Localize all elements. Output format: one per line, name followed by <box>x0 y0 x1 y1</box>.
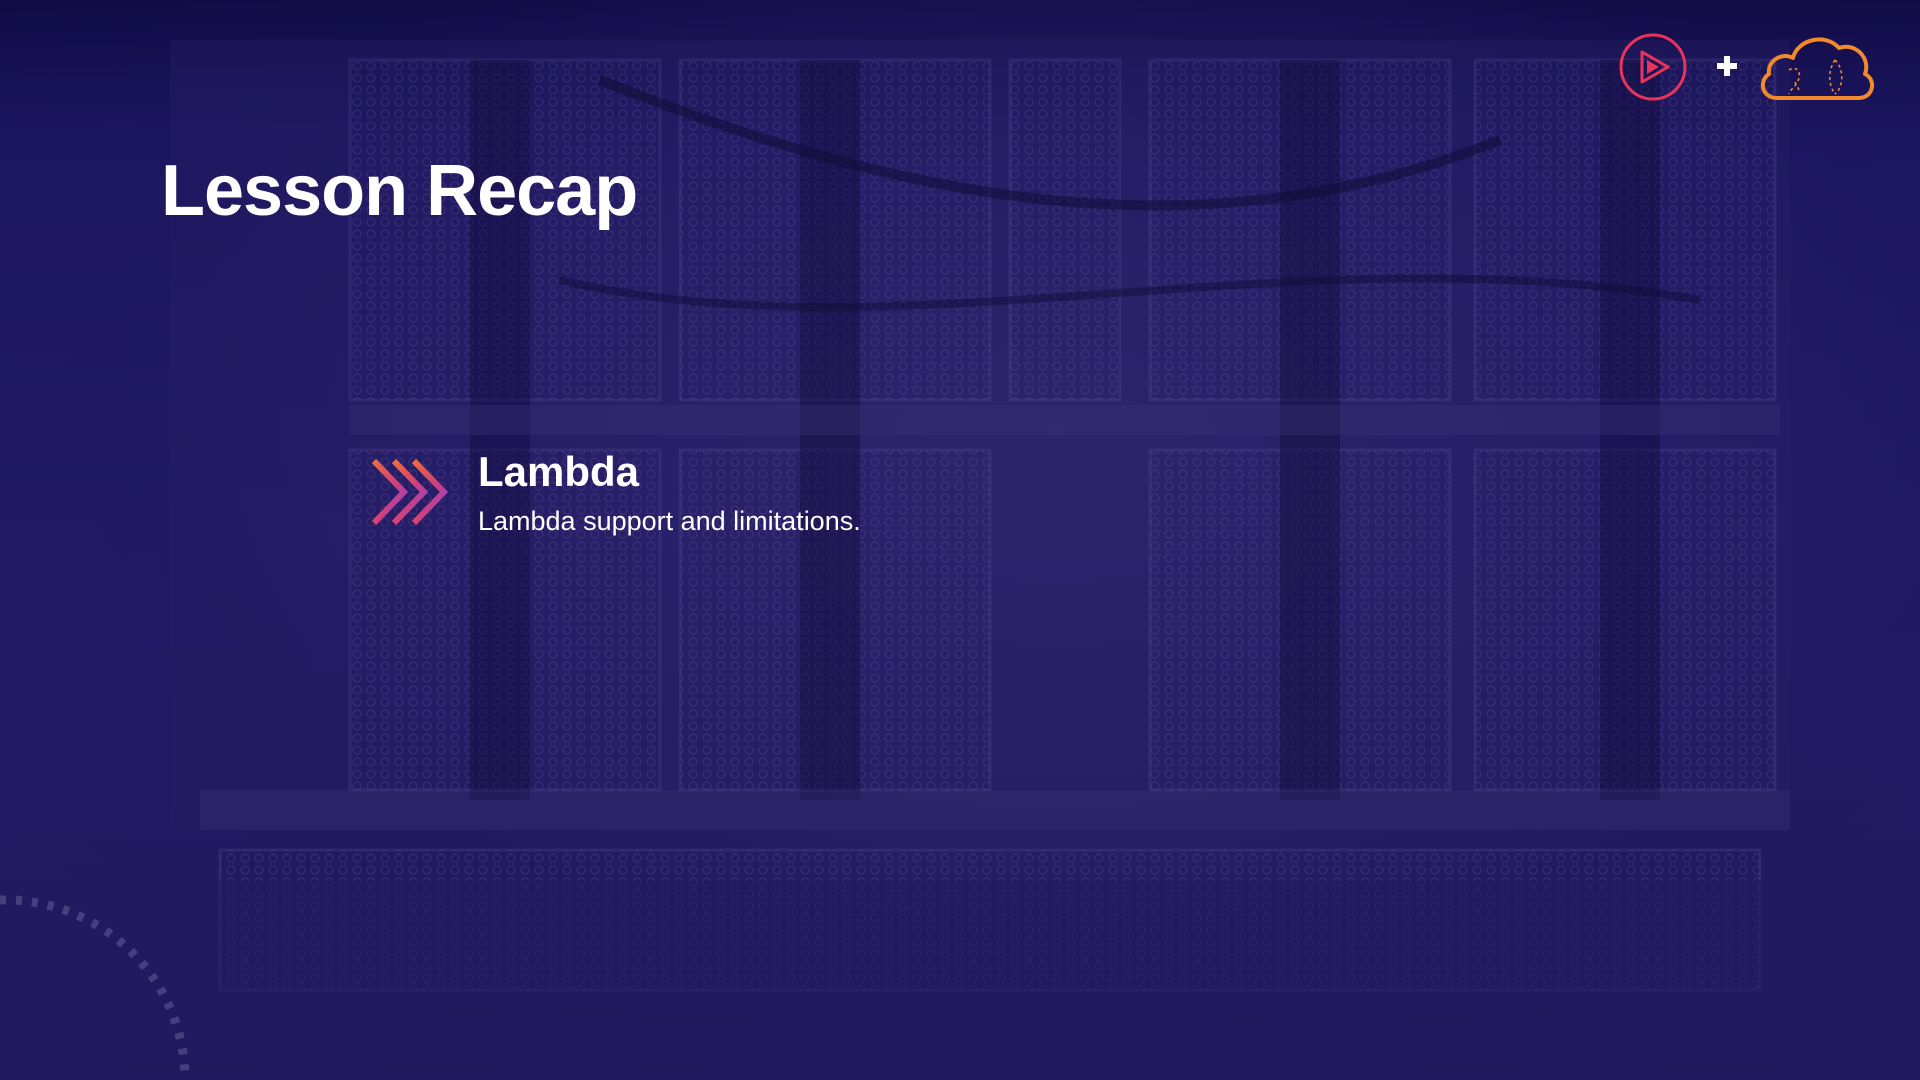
recap-item-text: Lambda Lambda support and limitations. <box>478 445 861 541</box>
triple-chevron-right-icon <box>371 458 449 526</box>
cloud-logo-icon <box>1760 37 1875 100</box>
recap-item-lambda: Lambda Lambda support and limitations. <box>370 445 1170 555</box>
decorative-dotted-arc <box>0 895 190 1080</box>
play-logo-icon <box>1619 33 1687 101</box>
recap-item-description: Lambda support and limitations. <box>478 506 861 536</box>
plus-icon <box>1717 56 1737 76</box>
slide-title: Lesson Recap <box>161 151 638 231</box>
slide: Lesson Recap Lambda Lambda support and l… <box>0 0 1920 1080</box>
recap-item-heading: Lambda <box>478 448 640 495</box>
brand-logos <box>1618 30 1878 104</box>
